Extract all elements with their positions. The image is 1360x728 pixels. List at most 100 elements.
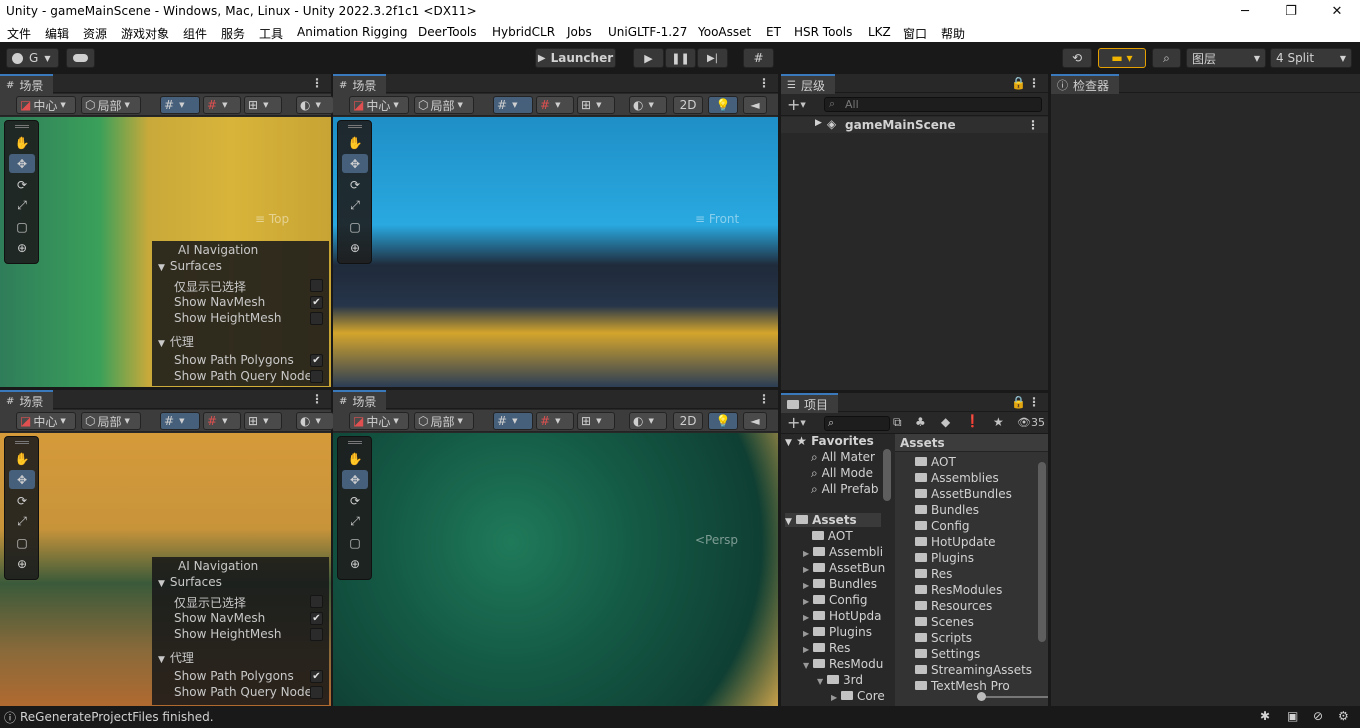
rotate-tool[interactable]: ⟳ [342,175,368,194]
hand-tool[interactable]: ✋ [342,449,368,468]
tree-folder-item[interactable]: ▶ Res [803,641,850,655]
asset-list-item[interactable]: Assemblies [915,471,999,485]
warning-icon[interactable]: ❗ [965,414,980,428]
rotate-tool[interactable]: ⟳ [9,175,35,194]
drag-handle[interactable] [15,441,29,444]
label-filter-icon[interactable]: ◆ [941,415,950,429]
view-orientation-label[interactable]: <Persp [695,533,738,547]
pause-button[interactable]: ❚❚ [665,48,696,68]
path-polygons-checkbox[interactable]: ✔ [310,670,323,683]
drag-handle[interactable] [348,441,362,444]
show-navmesh-checkbox[interactable]: ✔ [310,612,323,625]
fav-item[interactable]: ⌕ All Mode [811,466,873,481]
account-dropdown[interactable]: G ▼ [6,48,59,68]
lighting-toggle[interactable]: 💡 [708,412,738,430]
slider-thumb[interactable] [977,692,986,701]
tab-scene[interactable]: # 场景 [333,74,387,94]
pivot-dropdown[interactable]: ◪ 中心 ▼ [349,412,409,430]
hand-tool[interactable]: ✋ [9,133,35,152]
snap-toggle[interactable]: # ▼ [536,412,574,430]
more-icon[interactable]: ⋮ [1027,118,1039,132]
menu-component[interactable]: 组件 [183,25,207,42]
fav-item[interactable]: ⌕ All Prefab [811,482,879,497]
snap-toggle[interactable]: # ▼ [203,96,241,114]
tab-scene[interactable]: # 场景 [333,390,387,410]
drag-handle[interactable] [348,125,362,128]
menu-help[interactable]: 帮助 [941,25,965,42]
layout-dropdown[interactable]: 4 Split ▼ [1270,48,1352,68]
2d-toggle[interactable]: 2D [673,412,703,430]
rotate-tool[interactable]: ⟳ [342,491,368,510]
search-button[interactable]: ⌕ [1152,48,1181,68]
asset-list-item[interactable]: Scenes [915,615,974,629]
move-tool[interactable]: ✥ [342,154,368,173]
asset-list-item[interactable]: AssetBundles [915,487,1012,501]
lock-icon[interactable]: 🔒 [1011,395,1026,409]
bug-icon[interactable]: ✱ [1260,709,1270,723]
more-icon[interactable]: ⋮ [1028,76,1040,90]
tree-folder-item[interactable]: ▶ Core [831,689,885,703]
fav-item[interactable]: ⌕ All Mater [811,450,875,465]
more-icon[interactable]: ⋮ [311,392,323,406]
pivot-dropdown[interactable]: ◪ 中心 ▼ [16,96,76,114]
agents-foldout[interactable]: ▼ 代理 [158,333,194,350]
hidden-packages-toggle[interactable]: 👁35 [1017,416,1045,429]
tab-project[interactable]: 项目 [781,393,839,413]
minimize-button[interactable]: ─ [1222,0,1268,22]
scale-tool[interactable]: ⤢ [342,512,368,531]
menu-file[interactable]: 文件 [7,25,31,42]
menu-window[interactable]: 窗口 [903,25,927,42]
grid-snap-button[interactable]: # [743,48,774,68]
snap-toggle[interactable]: # ▼ [203,412,241,430]
asset-list-item[interactable]: Config [915,519,970,533]
local-dropdown[interactable]: ⬡ 局部 ▼ [81,96,141,114]
asset-list-item[interactable]: AOT [915,455,956,469]
project-search-input[interactable]: ⌕ [824,416,890,431]
maximize-button[interactable]: ❐ [1268,0,1314,22]
drag-handle[interactable] [15,125,29,128]
tree-folder-item[interactable]: ▼ 3rd [817,673,863,687]
hand-tool[interactable]: ✋ [9,449,35,468]
audio-toggle[interactable]: ◄ [743,412,767,430]
menu-hybridclr[interactable]: HybridCLR [492,25,555,39]
transform-tool[interactable]: ⊕ [342,238,368,257]
more-icon[interactable]: ⋮ [1028,395,1040,409]
shading-dropdown[interactable]: ◐ ▼ [629,96,667,114]
agents-foldout[interactable]: ▼ 代理 [158,649,194,666]
status-message[interactable]: ReGenerateProjectFiles finished. [20,710,214,724]
asset-list-scrollbar[interactable] [1038,462,1046,642]
menu-tools[interactable]: 工具 [259,25,283,42]
collab-button[interactable]: ▬ ▾ [1098,48,1146,68]
local-dropdown[interactable]: ⬡ 局部 ▼ [414,96,474,114]
more-icon[interactable]: ⋮ [758,76,770,90]
view-orientation-label[interactable]: ≡ Top [255,212,289,226]
menu-et[interactable]: ET [766,25,781,39]
hierarchy-search-input[interactable]: ⌕ All [824,97,1042,112]
asset-list-item[interactable]: Res [915,567,952,581]
increment-toggle[interactable]: ⊞ ▼ [244,412,282,430]
scale-tool[interactable]: ⤢ [9,196,35,215]
menu-lkz[interactable]: LKZ [868,25,891,39]
tab-scene[interactable]: # 场景 [0,74,54,94]
play-button[interactable]: ▶ [633,48,664,68]
path-polygons-checkbox[interactable]: ✔ [310,354,323,367]
hierarchy-scene-row[interactable]: ▶ ◈ gameMainScene ⋮ [781,117,1048,133]
add-button[interactable]: +▼ [787,413,806,432]
only-selected-checkbox[interactable] [310,279,323,292]
menu-yooasset[interactable]: YooAsset [698,25,751,39]
sync-icon[interactable]: ⊘ [1313,709,1323,723]
rect-tool[interactable]: ▢ [9,217,35,236]
tree-folder-item[interactable]: ▶ Bundles [803,577,877,591]
menu-unigltf[interactable]: UniGLTF-1.27 [608,25,687,39]
surfaces-foldout[interactable]: ▼ Surfaces [158,575,222,589]
rect-tool[interactable]: ▢ [342,533,368,552]
tree-folder-item[interactable]: ▼ ResModu [803,657,883,671]
only-selected-checkbox[interactable] [310,595,323,608]
tree-folder-item[interactable]: ▶ AssetBun [803,561,885,575]
scale-tool[interactable]: ⤢ [9,512,35,531]
tree-folder-item[interactable]: ▶ Config [803,593,868,607]
grid-toggle[interactable]: # ▼ [160,412,200,430]
asset-list-item[interactable]: Settings [915,647,980,661]
view-orientation-label[interactable]: ≡ Front [695,212,739,226]
tab-hierarchy[interactable]: ☰ 层级 [781,74,835,94]
